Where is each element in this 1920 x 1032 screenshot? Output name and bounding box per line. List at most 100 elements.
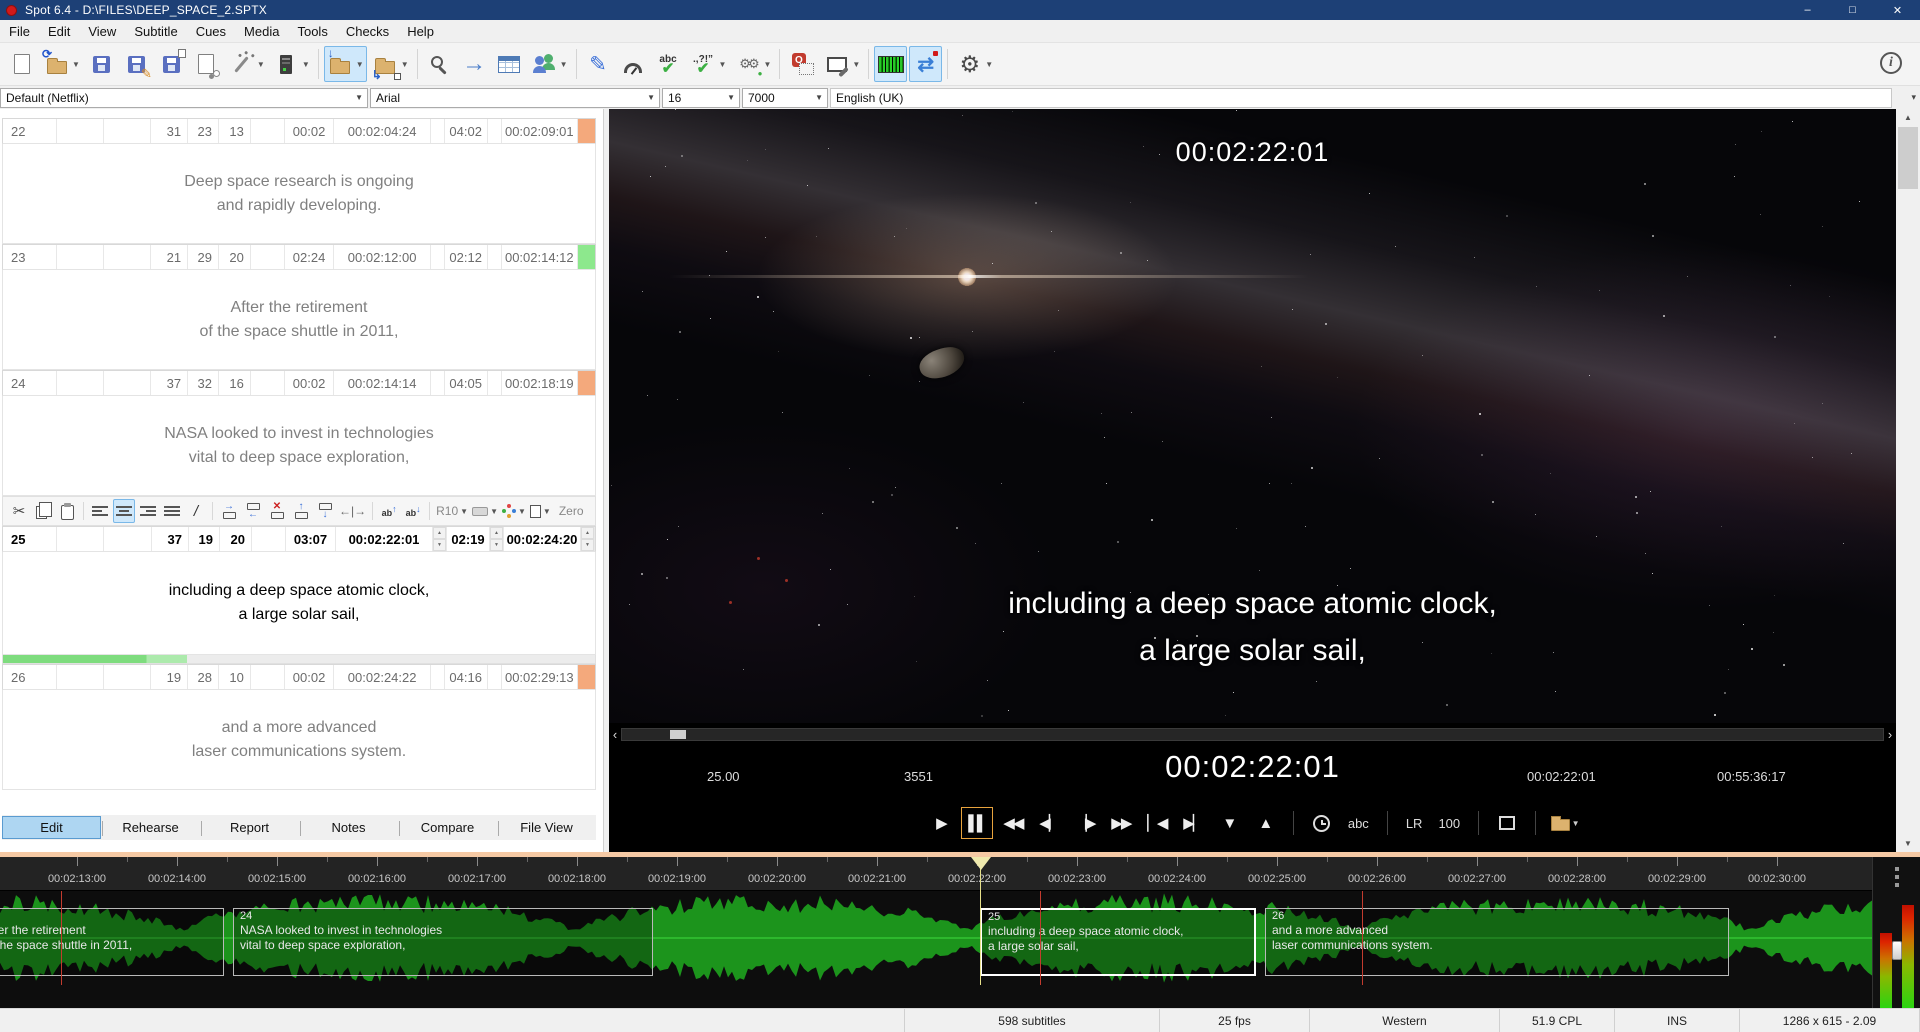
users-button[interactable]: ▼: [528, 46, 571, 82]
subtitle-visibility-button[interactable]: abc: [1342, 816, 1375, 831]
pause-button[interactable]: ▌▌: [961, 807, 993, 839]
tab-rehearse[interactable]: Rehearse: [101, 816, 200, 839]
align-center-icon[interactable]: [113, 499, 135, 523]
italic-icon[interactable]: /: [185, 499, 207, 523]
vertical-scrollbar[interactable]: ▲ ▼: [1896, 109, 1920, 852]
frame-forward-button[interactable]: ▕▶: [1069, 807, 1101, 839]
tab-notes[interactable]: Notes: [299, 816, 398, 839]
volume-level-button[interactable]: 100: [1432, 816, 1466, 831]
tab-edit[interactable]: Edit: [2, 816, 101, 839]
scroll-up-icon[interactable]: ▲: [1896, 109, 1920, 126]
menu-subtitle[interactable]: Subtitle: [125, 21, 186, 42]
chevron-down-icon[interactable]: ▼: [719, 60, 727, 69]
chevron-down-icon[interactable]: ▼: [985, 60, 993, 69]
menu-help[interactable]: Help: [398, 21, 443, 42]
previous-subtitle-button[interactable]: ▏◀: [1141, 807, 1173, 839]
box-style-dropdown[interactable]: ▼: [471, 499, 499, 523]
paste-icon[interactable]: [56, 499, 78, 523]
chevron-down-icon[interactable]: ▼: [401, 60, 409, 69]
rewind-button[interactable]: ◀◀: [997, 807, 1029, 839]
save-copy-button[interactable]: [155, 46, 188, 82]
display-settings-button[interactable]: ▼: [820, 46, 863, 82]
seek-thumb[interactable]: [670, 730, 686, 739]
play-button[interactable]: ▶: [925, 807, 957, 839]
timeline-subtitle-block-25[interactable]: 25including a deep space atomic clock,a …: [980, 908, 1256, 976]
chevron-down-icon[interactable]: ▼: [763, 60, 771, 69]
open-file-button[interactable]: ⟳▼: [40, 46, 83, 82]
open-media-button[interactable]: ▼: [1548, 807, 1580, 839]
scroll-down-icon[interactable]: ▼: [1896, 835, 1920, 852]
r10-dropdown[interactable]: R10▼: [435, 499, 469, 523]
text-down-icon[interactable]: ab↓: [402, 499, 424, 523]
audio-waveform-button[interactable]: [874, 46, 907, 82]
copy-icon[interactable]: [32, 499, 54, 523]
menu-tools[interactable]: Tools: [288, 21, 336, 42]
clear-cue-icon[interactable]: ✕: [266, 499, 288, 523]
seek-left-icon[interactable]: ‹: [609, 727, 621, 742]
chevron-down-icon[interactable]: ▼: [302, 60, 310, 69]
sync-mode-button[interactable]: ⇄: [909, 46, 942, 82]
playhead-marker[interactable]: [971, 857, 991, 870]
chevron-down-icon[interactable]: ▼: [356, 60, 364, 69]
maximize-button[interactable]: □: [1830, 0, 1875, 20]
waveform-area[interactable]: 23After the retirementof the space shutt…: [0, 891, 1872, 985]
toolbar-options-chevron-icon[interactable]: ▾: [1911, 92, 1916, 103]
punctuation-check-button[interactable]: .,?!”✔▼: [687, 46, 730, 82]
tab-compare[interactable]: Compare: [398, 816, 497, 839]
reading-speed-button[interactable]: [617, 46, 650, 82]
timecode-spinner[interactable]: ▲▼: [433, 527, 447, 551]
volume-slider-handle[interactable]: [1892, 941, 1902, 960]
subtitle-row-header-23[interactable]: 2321292002:2400:02:12:0002:1200:02:14:12: [2, 244, 596, 270]
font-size-select[interactable]: 16▼: [662, 88, 740, 108]
cue-down-icon[interactable]: ↓: [314, 499, 336, 523]
video-player[interactable]: 00:02:22:01 including a deep space atomi…: [609, 109, 1896, 852]
link-document-button[interactable]: [190, 46, 223, 82]
media-server-button[interactable]: ▼: [270, 46, 313, 82]
fit-screen-button[interactable]: [1491, 807, 1523, 839]
menu-file[interactable]: File: [0, 21, 39, 42]
subtitle-row-header-26[interactable]: 2619281000:0200:02:24:2204:1600:02:29:13: [2, 664, 596, 690]
screen-capture-button[interactable]: O: [785, 46, 818, 82]
timeline-subtitle-block-23[interactable]: 23After the retirementof the space shutt…: [0, 908, 224, 976]
subtitle-row-header-25[interactable]: 2537192003:0700:02:22:01▲▼02:19▲▼00:02:2…: [2, 526, 596, 552]
minimize-button[interactable]: –: [1785, 0, 1830, 20]
export-subtitle-button[interactable]: ↳▼: [369, 46, 412, 82]
cue-up-icon[interactable]: ↑: [290, 499, 312, 523]
search-button[interactable]: [423, 46, 456, 82]
goto-subtitle-button[interactable]: →: [458, 46, 491, 82]
cue-out-button[interactable]: ▼: [1213, 807, 1245, 839]
next-subtitle-button[interactable]: ▶▏: [1177, 807, 1209, 839]
chevron-down-icon[interactable]: ▼: [72, 60, 80, 69]
scrollbar-thumb[interactable]: [1898, 127, 1918, 189]
save-as-button[interactable]: ✎: [120, 46, 153, 82]
tab-report[interactable]: Report: [200, 816, 299, 839]
list-view-button[interactable]: [493, 46, 526, 82]
seek-right-icon[interactable]: ›: [1884, 727, 1896, 742]
edit-text-button[interactable]: ✎: [582, 46, 615, 82]
timeline-subtitle-block-24[interactable]: 24NASA looked to invest in technologiesv…: [233, 908, 653, 976]
subtitle-text-25[interactable]: including a deep space atomic clock,a la…: [2, 552, 596, 655]
fast-forward-button[interactable]: ▶▶: [1105, 807, 1137, 839]
in-cue-left-icon[interactable]: ←: [242, 499, 264, 523]
video-seek-bar[interactable]: [621, 728, 1884, 741]
timecode-spinner[interactable]: ▲▼: [490, 527, 504, 551]
tab-file-view[interactable]: File View: [497, 816, 596, 839]
chevron-down-icon[interactable]: ▼: [257, 60, 265, 69]
settings-button[interactable]: ⚙▼: [953, 46, 996, 82]
menu-cues[interactable]: Cues: [187, 21, 235, 42]
cue-in-button[interactable]: ▲: [1249, 807, 1281, 839]
cut-icon[interactable]: ✂: [8, 499, 30, 523]
spellcheck-button[interactable]: abc✔: [652, 46, 685, 82]
timeline-subtitle-block-26[interactable]: 26and a more advancedlaser communication…: [1265, 908, 1729, 976]
meter-menu-icon[interactable]: [1895, 867, 1899, 871]
timecode-spinner[interactable]: ▲▼: [581, 527, 595, 551]
text-up-icon[interactable]: ab↑: [378, 499, 400, 523]
align-justify-icon[interactable]: [161, 499, 183, 523]
save-button[interactable]: [85, 46, 118, 82]
timer-icon[interactable]: [1306, 807, 1338, 839]
align-right-icon[interactable]: [137, 499, 159, 523]
preset-select[interactable]: Default (Netflix)▼: [0, 88, 368, 108]
menu-edit[interactable]: Edit: [39, 21, 79, 42]
close-button[interactable]: ✕: [1875, 0, 1920, 20]
info-icon[interactable]: i: [1880, 52, 1902, 74]
